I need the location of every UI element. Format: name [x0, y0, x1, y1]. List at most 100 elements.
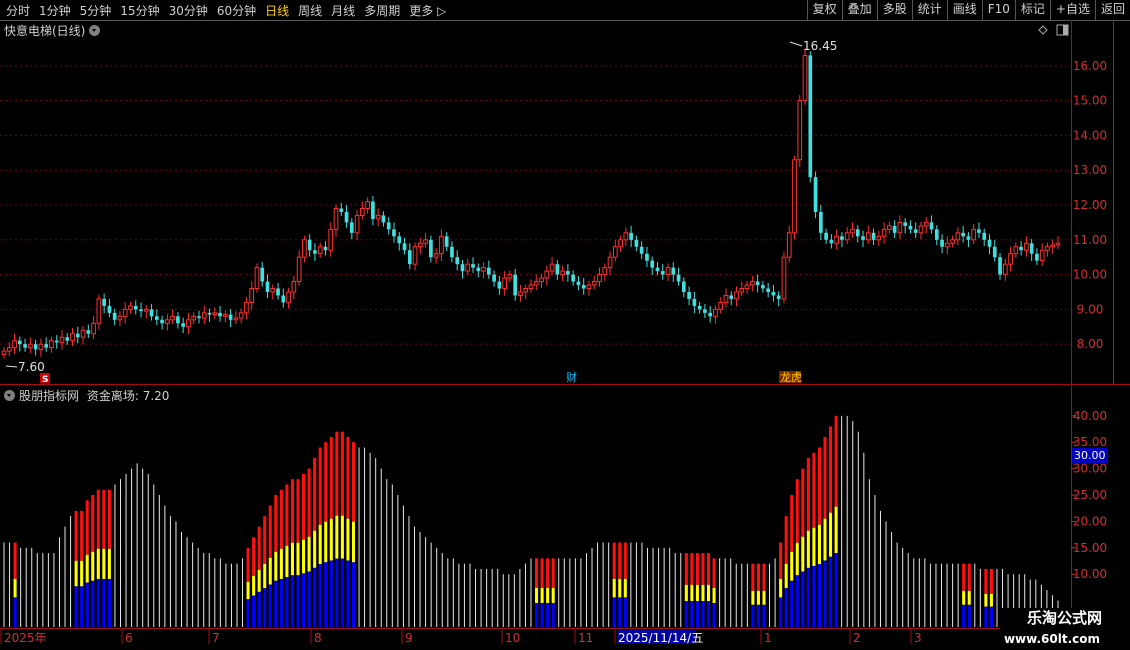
outflow-bar-blue [285, 577, 289, 627]
outflow-bar-yellow [962, 590, 966, 605]
candle-body [840, 236, 844, 240]
candle-body [612, 246, 618, 258]
outflow-bar-blue [784, 588, 788, 627]
candle-body [465, 263, 471, 272]
candle-body [1013, 246, 1019, 255]
outflow-bar-blue [346, 560, 350, 627]
candle-body [296, 256, 302, 283]
outflow-bar-red [695, 553, 699, 585]
candle-body [607, 256, 613, 269]
outflow-bar-blue [252, 595, 256, 627]
candle-body [634, 239, 639, 247]
candle-body [723, 294, 729, 303]
candle-body [861, 236, 865, 240]
outflow-bar-red [762, 563, 766, 591]
candle-body [660, 271, 665, 275]
outflow-bar-blue [96, 578, 100, 627]
candle-body [1035, 253, 1039, 261]
candle-body [86, 330, 91, 334]
candle-body [80, 329, 86, 338]
outflow-bar-yellow [756, 590, 760, 605]
candle-body [766, 288, 770, 292]
candle-body [244, 301, 249, 314]
candle-body [1029, 243, 1034, 254]
candle-body [128, 305, 133, 310]
candlestick-series [1, 48, 1061, 359]
outflow-bar-blue [246, 599, 250, 627]
candle-body [49, 340, 54, 349]
stock-chart[interactable]: 8.009.0010.0011.0012.0013.0014.0015.0016… [0, 0, 1130, 650]
diamond-icon[interactable] [1038, 25, 1048, 35]
candle-body [112, 312, 117, 320]
candle-body [460, 264, 465, 272]
candle-body [497, 281, 502, 289]
outflow-bar-red [96, 489, 100, 549]
main-grid [0, 65, 1071, 345]
candle-body [755, 281, 760, 286]
outflow-bar-blue [795, 575, 799, 627]
candle-body [439, 235, 444, 255]
candle-body [687, 291, 691, 299]
outflow-bar-yellow [812, 527, 816, 567]
outflow-bar-yellow [551, 587, 555, 603]
candle-body [523, 288, 529, 293]
candle-body [903, 222, 908, 226]
outflow-bar-red [823, 436, 827, 519]
outflow-bar-yellow [984, 593, 988, 607]
outflow-bar-yellow [684, 584, 688, 602]
candle-body [692, 298, 697, 306]
candle-body [734, 291, 739, 300]
outflow-bar-blue [823, 560, 827, 627]
indicator-tick-label: 10.00 [1073, 567, 1107, 581]
candle-body [781, 256, 787, 300]
candle-body [802, 54, 808, 102]
candle-body [544, 270, 550, 279]
outflow-bar-red [257, 526, 261, 570]
financial-marker[interactable]: 财 [566, 370, 577, 384]
time-axis-label: 10 [505, 631, 520, 645]
outflow-bar-red [263, 516, 267, 564]
candle-body [1002, 263, 1008, 276]
outflow-bar-red [756, 563, 760, 591]
candle-body [518, 291, 523, 296]
candle-body [528, 284, 534, 290]
outflow-bar-red [274, 495, 278, 552]
candle-body [360, 207, 365, 216]
outflow-bar-blue [351, 562, 356, 627]
candle-body [708, 312, 713, 317]
outflow-bar-yellow [623, 578, 627, 598]
outflow-bar-red [74, 510, 78, 561]
candle-body [697, 305, 702, 310]
candle-body [844, 232, 850, 241]
price-tick-label: 9.00 [1077, 302, 1104, 316]
outflow-bar-yellow [540, 587, 544, 603]
outflow-bar-red [962, 563, 966, 591]
candle-body [897, 221, 903, 234]
outflow-bar-red [80, 510, 84, 561]
candle-body [650, 260, 655, 268]
outflow-bar-yellow [257, 569, 261, 592]
outflow-bar-blue [263, 588, 267, 627]
candle-body [923, 221, 929, 227]
candle-body [423, 239, 428, 244]
outflow-bar-blue [91, 580, 95, 627]
outflow-bar-blue [618, 597, 622, 627]
outflow-bar-blue [812, 566, 816, 627]
outflow-bar-yellow [102, 548, 106, 579]
outflow-bar-blue [790, 580, 794, 627]
outflow-bar-red [324, 442, 328, 522]
candle-body [1008, 253, 1013, 265]
candle-body [813, 177, 818, 212]
outflow-bar-red [701, 553, 705, 585]
candle-body [492, 274, 496, 282]
outflow-bar-yellow [351, 521, 356, 563]
candle-body [381, 215, 386, 223]
outflow-bar-red [817, 447, 821, 525]
candle-body [154, 316, 159, 320]
candle-body [165, 319, 170, 324]
longhu-marker[interactable]: 龙虎 [780, 371, 802, 384]
candle-body [513, 274, 518, 296]
outflow-bar-yellow [329, 518, 333, 561]
outflow-bar-red [712, 558, 716, 588]
candle-body [834, 235, 840, 244]
